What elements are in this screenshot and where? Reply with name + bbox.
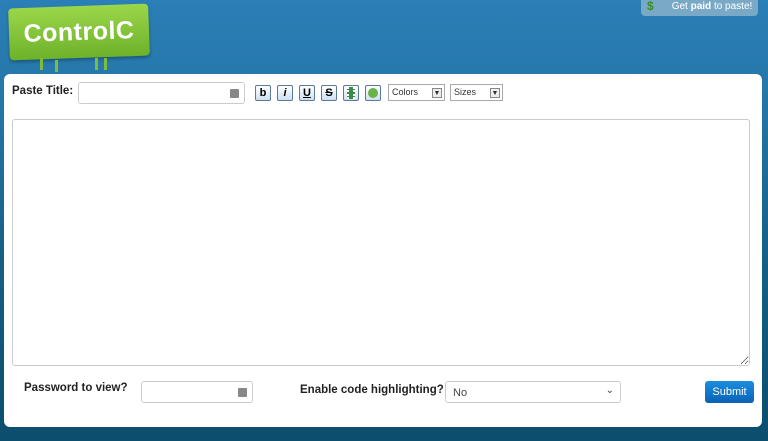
colors-select[interactable]: Colors ▼ [388,84,445,101]
password-manager-icon[interactable] [230,89,239,98]
italic-button[interactable]: i [277,85,293,101]
logo[interactable]: ControlC [8,3,150,61]
film-icon [347,87,355,99]
highlight-select[interactable]: No ⌄ [445,381,621,403]
bold-button[interactable]: b [255,85,271,101]
sizes-select[interactable]: Sizes ▼ [450,84,503,101]
password-input[interactable] [141,381,253,403]
paste-content-textarea[interactable] [12,119,750,366]
dropdown-arrow-icon: ▼ [490,88,500,98]
chevron-down-icon: ⌄ [605,385,614,396]
paste-form: Paste Title: b i U S Colors ▼ Sizes ▼ Pass… [4,74,762,427]
logo-leg [95,58,98,70]
underline-button[interactable]: U [299,85,315,101]
image-button[interactable] [365,85,381,101]
sizes-select-value: Sizes [454,87,477,97]
paste-title-label: Paste Title: [12,85,74,97]
logo-leg [40,58,43,70]
highlight-label: Enable code highlighting? [300,384,444,396]
highlight-select-value: No [453,387,468,399]
dollar-icon: $ [647,0,654,13]
colors-select-value: Colors [392,87,419,97]
image-icon [368,88,378,98]
paste-title-input[interactable] [78,82,245,104]
promo-text: Get paid to paste! [671,0,753,12]
film-button[interactable] [343,85,359,101]
logo-leg [104,58,107,70]
password-manager-icon[interactable] [238,388,247,397]
logo-leg [55,60,58,72]
submit-button[interactable]: Submit [705,381,754,403]
strikethrough-button[interactable]: S [321,85,337,101]
password-label: Password to view? [24,382,128,394]
get-paid-link[interactable]: $ Get paid to paste! [641,0,758,16]
logo-text: ControlC [23,15,135,48]
dropdown-arrow-icon: ▼ [432,88,442,98]
